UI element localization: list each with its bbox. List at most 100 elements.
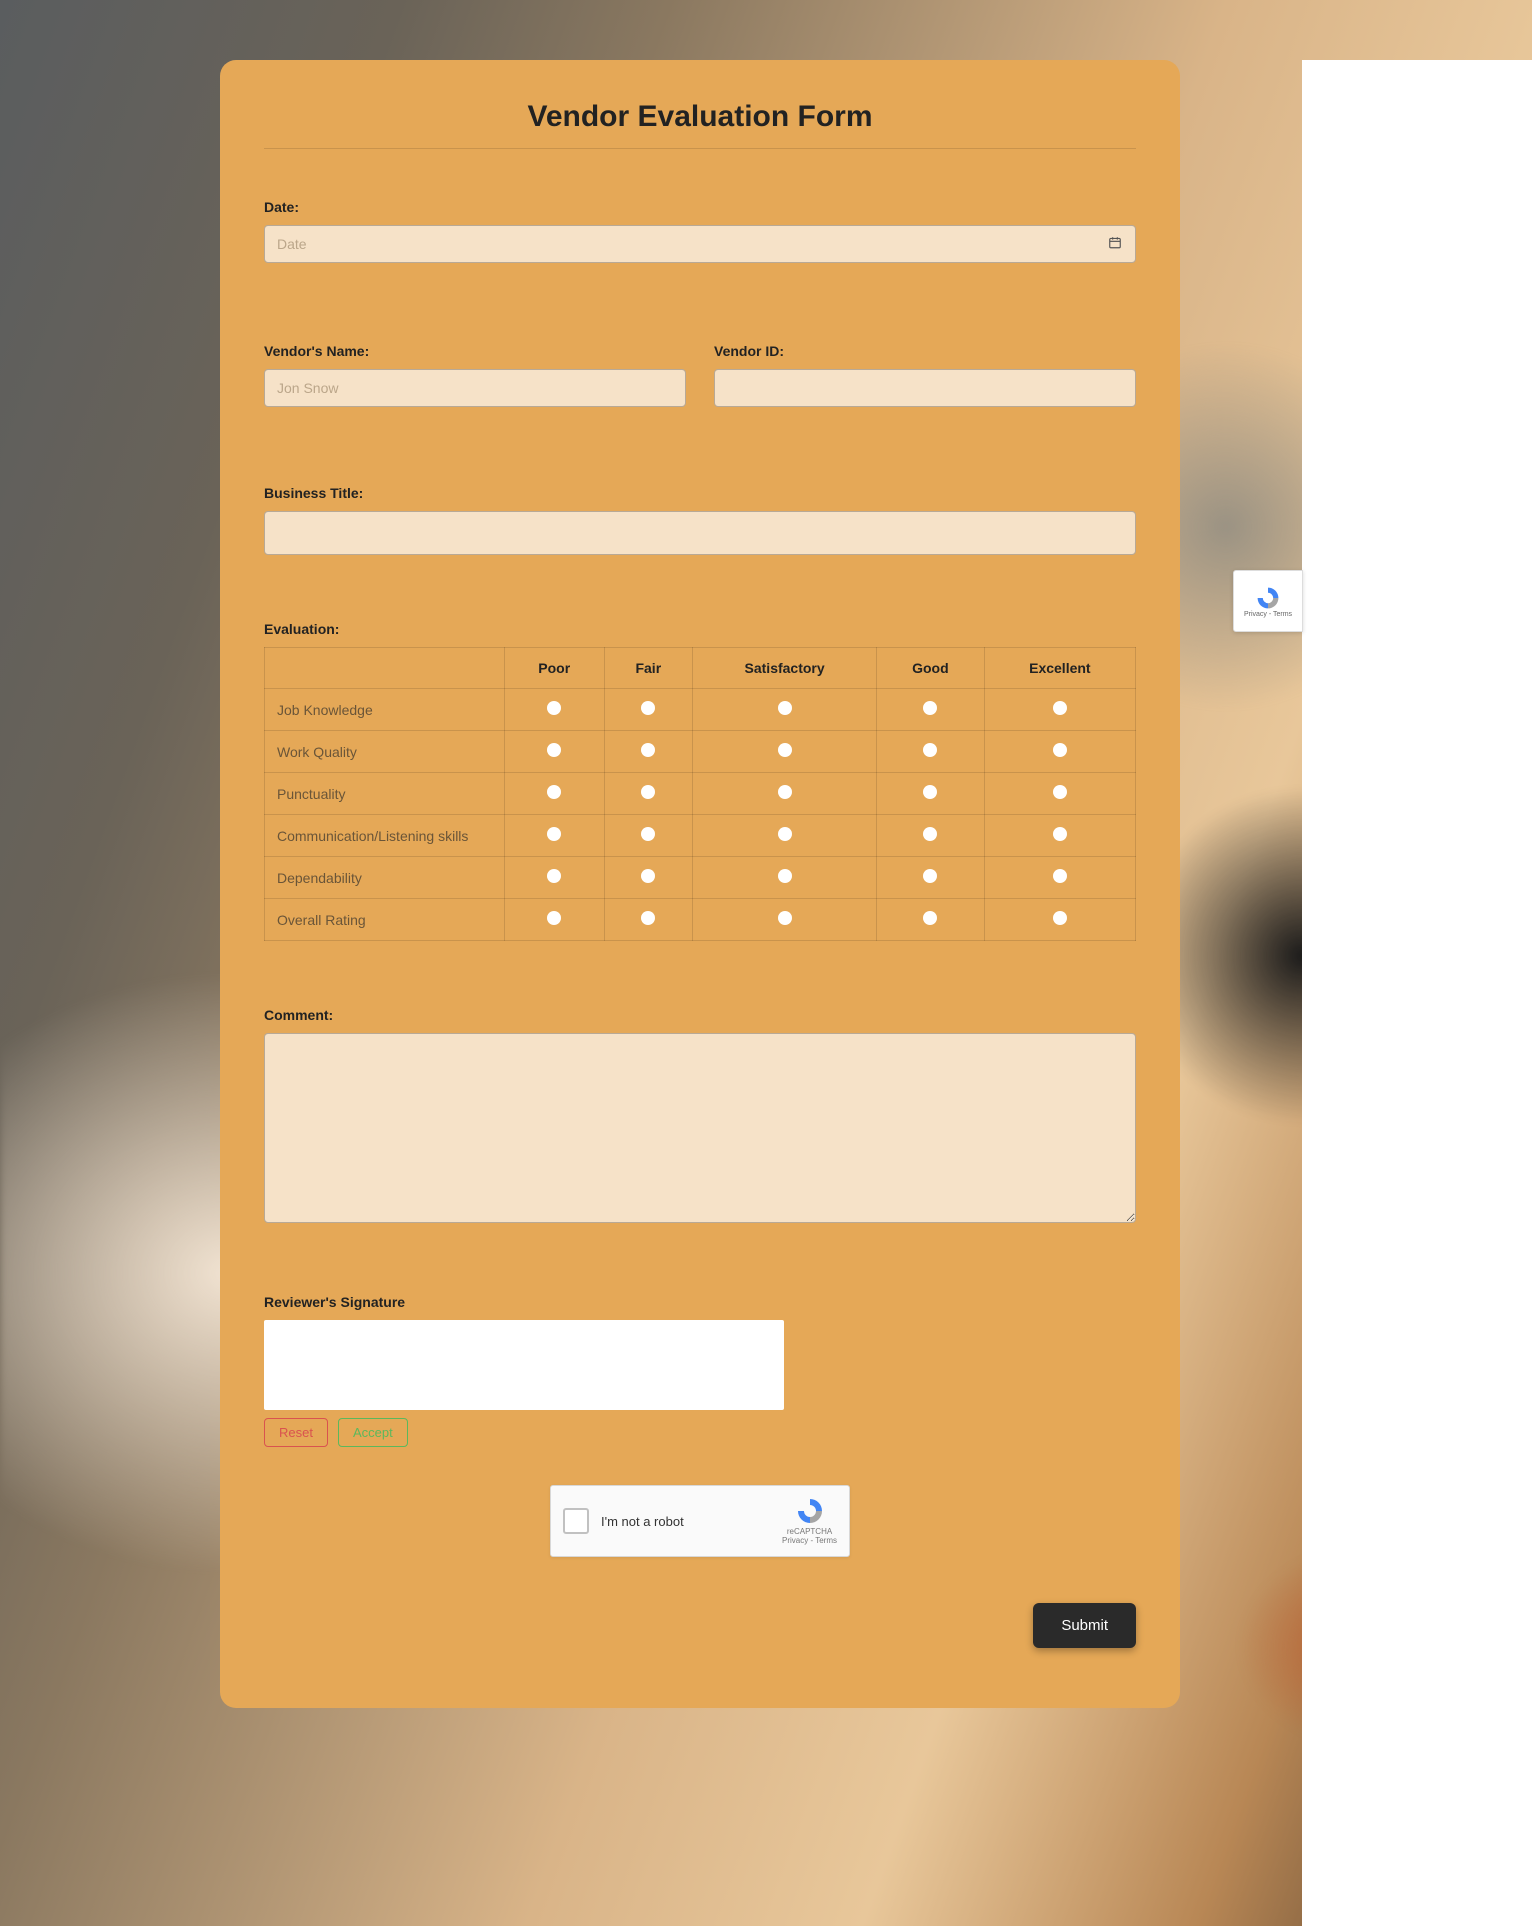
evaluation-radio[interactable] bbox=[923, 785, 937, 799]
evaluation-radio[interactable] bbox=[641, 869, 655, 883]
table-row: Dependability bbox=[265, 857, 1136, 899]
evaluation-radio[interactable] bbox=[547, 743, 561, 757]
evaluation-row-label: Communication/Listening skills bbox=[265, 815, 505, 857]
evaluation-radio[interactable] bbox=[547, 911, 561, 925]
evaluation-radio[interactable] bbox=[1053, 827, 1067, 841]
evaluation-option-cell bbox=[505, 773, 605, 815]
col-good: Good bbox=[877, 648, 985, 689]
evaluation-radio[interactable] bbox=[778, 743, 792, 757]
evaluation-radio[interactable] bbox=[641, 827, 655, 841]
evaluation-option-cell bbox=[877, 689, 985, 731]
evaluation-radio[interactable] bbox=[923, 911, 937, 925]
page-title: Vendor Evaluation Form bbox=[264, 100, 1136, 149]
evaluation-option-cell bbox=[877, 815, 985, 857]
date-label: Date: bbox=[264, 199, 1136, 215]
vendor-id-label: Vendor ID: bbox=[714, 343, 1136, 359]
comment-label: Comment: bbox=[264, 1007, 1136, 1023]
evaluation-radio[interactable] bbox=[923, 869, 937, 883]
evaluation-option-cell bbox=[984, 899, 1135, 941]
recaptcha-side-badge[interactable]: Privacy - Terms bbox=[1233, 570, 1303, 632]
evaluation-radio[interactable] bbox=[641, 743, 655, 757]
table-row: Overall Rating bbox=[265, 899, 1136, 941]
evaluation-option-cell bbox=[984, 689, 1135, 731]
evaluation-option-cell bbox=[877, 773, 985, 815]
vendor-id-input[interactable] bbox=[714, 369, 1136, 407]
recaptcha-terms-text: Privacy - Terms bbox=[782, 1537, 837, 1546]
table-row: Job Knowledge bbox=[265, 689, 1136, 731]
evaluation-option-cell bbox=[693, 731, 877, 773]
recaptcha-text: I'm not a robot bbox=[601, 1514, 770, 1529]
col-exc: Excellent bbox=[984, 648, 1135, 689]
submit-button[interactable]: Submit bbox=[1033, 1603, 1136, 1648]
evaluation-radio[interactable] bbox=[641, 785, 655, 799]
evaluation-radio[interactable] bbox=[547, 827, 561, 841]
evaluation-radio[interactable] bbox=[923, 743, 937, 757]
evaluation-option-cell bbox=[877, 731, 985, 773]
recaptcha-widget[interactable]: I'm not a robot reCAPTCHA Privacy - Term… bbox=[550, 1485, 850, 1557]
recaptcha-terms-text: Privacy - Terms bbox=[1244, 611, 1292, 618]
evaluation-table: Poor Fair Satisfactory Good Excellent Jo… bbox=[264, 647, 1136, 941]
evaluation-row-label: Dependability bbox=[265, 857, 505, 899]
evaluation-option-cell bbox=[604, 857, 693, 899]
evaluation-radio[interactable] bbox=[778, 911, 792, 925]
evaluation-radio[interactable] bbox=[778, 785, 792, 799]
evaluation-option-cell bbox=[984, 773, 1135, 815]
evaluation-option-cell bbox=[505, 815, 605, 857]
evaluation-option-cell bbox=[604, 689, 693, 731]
evaluation-option-cell bbox=[984, 857, 1135, 899]
evaluation-radio[interactable] bbox=[778, 869, 792, 883]
evaluation-option-cell bbox=[604, 815, 693, 857]
evaluation-row-label: Job Knowledge bbox=[265, 689, 505, 731]
vendor-name-label: Vendor's Name: bbox=[264, 343, 686, 359]
evaluation-option-cell bbox=[505, 689, 605, 731]
evaluation-row-label: Work Quality bbox=[265, 731, 505, 773]
evaluation-label: Evaluation: bbox=[264, 621, 1136, 637]
evaluation-option-cell bbox=[604, 773, 693, 815]
business-title-label: Business Title: bbox=[264, 485, 1136, 501]
evaluation-radio[interactable] bbox=[641, 911, 655, 925]
evaluation-option-cell bbox=[693, 899, 877, 941]
recaptcha-checkbox[interactable] bbox=[563, 1508, 589, 1534]
evaluation-option-cell bbox=[877, 899, 985, 941]
signature-pad[interactable] bbox=[264, 1320, 784, 1410]
evaluation-option-cell bbox=[693, 689, 877, 731]
evaluation-option-cell bbox=[693, 857, 877, 899]
evaluation-option-cell bbox=[604, 731, 693, 773]
evaluation-radio[interactable] bbox=[1053, 701, 1067, 715]
col-poor: Poor bbox=[505, 648, 605, 689]
date-input[interactable] bbox=[264, 225, 1136, 263]
evaluation-radio[interactable] bbox=[641, 701, 655, 715]
calendar-icon[interactable] bbox=[1108, 236, 1122, 253]
reset-button[interactable]: Reset bbox=[264, 1418, 328, 1447]
evaluation-row-label: Overall Rating bbox=[265, 899, 505, 941]
col-satis: Satisfactory bbox=[693, 648, 877, 689]
accept-button[interactable]: Accept bbox=[338, 1418, 408, 1447]
evaluation-radio[interactable] bbox=[778, 827, 792, 841]
vendor-name-input[interactable] bbox=[264, 369, 686, 407]
comment-textarea[interactable] bbox=[264, 1033, 1136, 1223]
evaluation-radio[interactable] bbox=[547, 785, 561, 799]
evaluation-radio[interactable] bbox=[1053, 743, 1067, 757]
table-row: Punctuality bbox=[265, 773, 1136, 815]
evaluation-option-cell bbox=[505, 857, 605, 899]
evaluation-radio[interactable] bbox=[1053, 869, 1067, 883]
evaluation-radio[interactable] bbox=[1053, 785, 1067, 799]
signature-label: Reviewer's Signature bbox=[264, 1294, 1136, 1310]
evaluation-option-cell bbox=[604, 899, 693, 941]
evaluation-radio[interactable] bbox=[778, 701, 792, 715]
recaptcha-logo: reCAPTCHA Privacy - Terms bbox=[782, 1496, 837, 1546]
business-title-input[interactable] bbox=[264, 511, 1136, 555]
evaluation-option-cell bbox=[693, 773, 877, 815]
evaluation-option-cell bbox=[877, 857, 985, 899]
evaluation-radio[interactable] bbox=[923, 701, 937, 715]
evaluation-option-cell bbox=[984, 731, 1135, 773]
evaluation-radio[interactable] bbox=[1053, 911, 1067, 925]
evaluation-row-label: Punctuality bbox=[265, 773, 505, 815]
evaluation-option-cell bbox=[984, 815, 1135, 857]
evaluation-option-cell bbox=[505, 731, 605, 773]
evaluation-radio[interactable] bbox=[547, 869, 561, 883]
evaluation-radio[interactable] bbox=[923, 827, 937, 841]
evaluation-radio[interactable] bbox=[547, 701, 561, 715]
col-fair: Fair bbox=[604, 648, 693, 689]
table-row: Communication/Listening skills bbox=[265, 815, 1136, 857]
